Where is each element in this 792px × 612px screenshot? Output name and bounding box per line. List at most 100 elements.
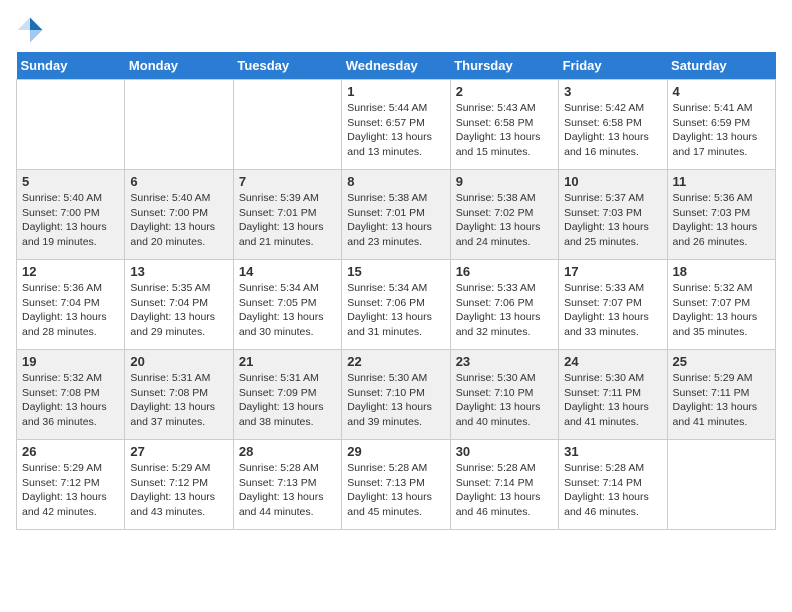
day-number: 22	[347, 354, 444, 369]
day-info: Sunrise: 5:42 AM Sunset: 6:58 PM Dayligh…	[564, 101, 661, 160]
header-cell-saturday: Saturday	[667, 52, 775, 80]
logo-icon	[16, 16, 44, 44]
calendar-cell: 10 Sunrise: 5:37 AM Sunset: 7:03 PM Dayli…	[559, 170, 667, 260]
day-number: 30	[456, 444, 553, 459]
day-info: Sunrise: 5:28 AM Sunset: 7:13 PM Dayligh…	[239, 461, 336, 520]
day-number: 27	[130, 444, 227, 459]
calendar-cell: 29 Sunrise: 5:28 AM Sunset: 7:13 PM Dayli…	[342, 440, 450, 530]
calendar-cell: 31 Sunrise: 5:28 AM Sunset: 7:14 PM Dayli…	[559, 440, 667, 530]
calendar-cell: 24 Sunrise: 5:30 AM Sunset: 7:11 PM Dayli…	[559, 350, 667, 440]
header-cell-thursday: Thursday	[450, 52, 558, 80]
calendar-cell: 7 Sunrise: 5:39 AM Sunset: 7:01 PM Daylig…	[233, 170, 341, 260]
day-number: 3	[564, 84, 661, 99]
day-info: Sunrise: 5:43 AM Sunset: 6:58 PM Dayligh…	[456, 101, 553, 160]
day-number: 5	[22, 174, 119, 189]
calendar-cell	[125, 80, 233, 170]
day-info: Sunrise: 5:34 AM Sunset: 7:05 PM Dayligh…	[239, 281, 336, 340]
calendar-cell: 12 Sunrise: 5:36 AM Sunset: 7:04 PM Dayli…	[17, 260, 125, 350]
day-info: Sunrise: 5:31 AM Sunset: 7:09 PM Dayligh…	[239, 371, 336, 430]
day-info: Sunrise: 5:44 AM Sunset: 6:57 PM Dayligh…	[347, 101, 444, 160]
page-header	[16, 16, 776, 44]
calendar-cell: 2 Sunrise: 5:43 AM Sunset: 6:58 PM Daylig…	[450, 80, 558, 170]
calendar-cell: 17Sunrise: 5:33 AM Sunset: 7:07 PM Dayli…	[559, 260, 667, 350]
day-info: Sunrise: 5:38 AM Sunset: 7:02 PM Dayligh…	[456, 191, 553, 250]
day-number: 14	[239, 264, 336, 279]
week-row-3: 12 Sunrise: 5:36 AM Sunset: 7:04 PM Dayli…	[17, 260, 776, 350]
calendar-cell: 8 Sunrise: 5:38 AM Sunset: 7:01 PM Daylig…	[342, 170, 450, 260]
day-info: Sunrise: 5:29 AM Sunset: 7:12 PM Dayligh…	[22, 461, 119, 520]
day-number: 7	[239, 174, 336, 189]
day-number: 26	[22, 444, 119, 459]
day-number: 8	[347, 174, 444, 189]
header-cell-wednesday: Wednesday	[342, 52, 450, 80]
day-number: 13	[130, 264, 227, 279]
day-info: Sunrise: 5:37 AM Sunset: 7:03 PM Dayligh…	[564, 191, 661, 250]
day-number: 31	[564, 444, 661, 459]
header-cell-sunday: Sunday	[17, 52, 125, 80]
calendar-cell: 30 Sunrise: 5:28 AM Sunset: 7:14 PM Dayli…	[450, 440, 558, 530]
day-info: Sunrise: 5:28 AM Sunset: 7:14 PM Dayligh…	[456, 461, 553, 520]
day-number: 2	[456, 84, 553, 99]
calendar-cell: 21Sunrise: 5:31 AM Sunset: 7:09 PM Dayli…	[233, 350, 341, 440]
day-info: Sunrise: 5:29 AM Sunset: 7:11 PM Dayligh…	[673, 371, 770, 430]
day-number: 12	[22, 264, 119, 279]
day-info: Sunrise: 5:34 AM Sunset: 7:06 PM Dayligh…	[347, 281, 444, 340]
day-info: Sunrise: 5:35 AM Sunset: 7:04 PM Dayligh…	[130, 281, 227, 340]
day-number: 29	[347, 444, 444, 459]
calendar-cell: 28 Sunrise: 5:28 AM Sunset: 7:13 PM Dayli…	[233, 440, 341, 530]
calendar-cell: 3 Sunrise: 5:42 AM Sunset: 6:58 PM Daylig…	[559, 80, 667, 170]
day-info: Sunrise: 5:32 AM Sunset: 7:08 PM Dayligh…	[22, 371, 119, 430]
week-row-1: 1 Sunrise: 5:44 AM Sunset: 6:57 PM Daylig…	[17, 80, 776, 170]
calendar-cell: 13 Sunrise: 5:35 AM Sunset: 7:04 PM Dayli…	[125, 260, 233, 350]
day-info: Sunrise: 5:32 AM Sunset: 7:07 PM Dayligh…	[673, 281, 770, 340]
day-number: 25	[673, 354, 770, 369]
day-info: Sunrise: 5:36 AM Sunset: 7:04 PM Dayligh…	[22, 281, 119, 340]
day-info: Sunrise: 5:40 AM Sunset: 7:00 PM Dayligh…	[130, 191, 227, 250]
day-info: Sunrise: 5:38 AM Sunset: 7:01 PM Dayligh…	[347, 191, 444, 250]
day-number: 9	[456, 174, 553, 189]
calendar-cell	[667, 440, 775, 530]
day-number: 11	[673, 174, 770, 189]
calendar-cell: 6Sunrise: 5:40 AM Sunset: 7:00 PM Daylig…	[125, 170, 233, 260]
calendar-cell: 18 Sunrise: 5:32 AM Sunset: 7:07 PM Dayli…	[667, 260, 775, 350]
day-number: 28	[239, 444, 336, 459]
calendar-cell: 1 Sunrise: 5:44 AM Sunset: 6:57 PM Daylig…	[342, 80, 450, 170]
calendar-cell: 25 Sunrise: 5:29 AM Sunset: 7:11 PM Dayli…	[667, 350, 775, 440]
calendar-cell	[233, 80, 341, 170]
day-info: Sunrise: 5:33 AM Sunset: 7:06 PM Dayligh…	[456, 281, 553, 340]
calendar-table: SundayMondayTuesdayWednesdayThursdayFrid…	[16, 52, 776, 530]
logo	[16, 16, 48, 44]
calendar-cell: 9 Sunrise: 5:38 AM Sunset: 7:02 PM Daylig…	[450, 170, 558, 260]
week-row-2: 5 Sunrise: 5:40 AM Sunset: 7:00 PM Daylig…	[17, 170, 776, 260]
header-row: SundayMondayTuesdayWednesdayThursdayFrid…	[17, 52, 776, 80]
day-number: 19	[22, 354, 119, 369]
calendar-cell: 16 Sunrise: 5:33 AM Sunset: 7:06 PM Dayli…	[450, 260, 558, 350]
day-info: Sunrise: 5:41 AM Sunset: 6:59 PM Dayligh…	[673, 101, 770, 160]
calendar-cell: 23 Sunrise: 5:30 AM Sunset: 7:10 PM Dayli…	[450, 350, 558, 440]
header-cell-tuesday: Tuesday	[233, 52, 341, 80]
calendar-cell: 26 Sunrise: 5:29 AM Sunset: 7:12 PM Dayli…	[17, 440, 125, 530]
header-cell-friday: Friday	[559, 52, 667, 80]
day-info: Sunrise: 5:40 AM Sunset: 7:00 PM Dayligh…	[22, 191, 119, 250]
day-info: Sunrise: 5:28 AM Sunset: 7:13 PM Dayligh…	[347, 461, 444, 520]
day-number: 20	[130, 354, 227, 369]
day-info: Sunrise: 5:33 AM Sunset: 7:07 PM Dayligh…	[564, 281, 661, 340]
calendar-cell: 15 Sunrise: 5:34 AM Sunset: 7:06 PM Dayli…	[342, 260, 450, 350]
day-info: Sunrise: 5:30 AM Sunset: 7:11 PM Dayligh…	[564, 371, 661, 430]
day-number: 4	[673, 84, 770, 99]
day-number: 16	[456, 264, 553, 279]
day-info: Sunrise: 5:29 AM Sunset: 7:12 PM Dayligh…	[130, 461, 227, 520]
calendar-cell: 27 Sunrise: 5:29 AM Sunset: 7:12 PM Dayli…	[125, 440, 233, 530]
calendar-cell: 20Sunrise: 5:31 AM Sunset: 7:08 PM Dayli…	[125, 350, 233, 440]
day-info: Sunrise: 5:36 AM Sunset: 7:03 PM Dayligh…	[673, 191, 770, 250]
day-number: 23	[456, 354, 553, 369]
day-info: Sunrise: 5:28 AM Sunset: 7:14 PM Dayligh…	[564, 461, 661, 520]
header-cell-monday: Monday	[125, 52, 233, 80]
day-info: Sunrise: 5:39 AM Sunset: 7:01 PM Dayligh…	[239, 191, 336, 250]
day-number: 15	[347, 264, 444, 279]
day-number: 18	[673, 264, 770, 279]
day-info: Sunrise: 5:30 AM Sunset: 7:10 PM Dayligh…	[456, 371, 553, 430]
day-number: 24	[564, 354, 661, 369]
day-number: 1	[347, 84, 444, 99]
day-number: 10	[564, 174, 661, 189]
